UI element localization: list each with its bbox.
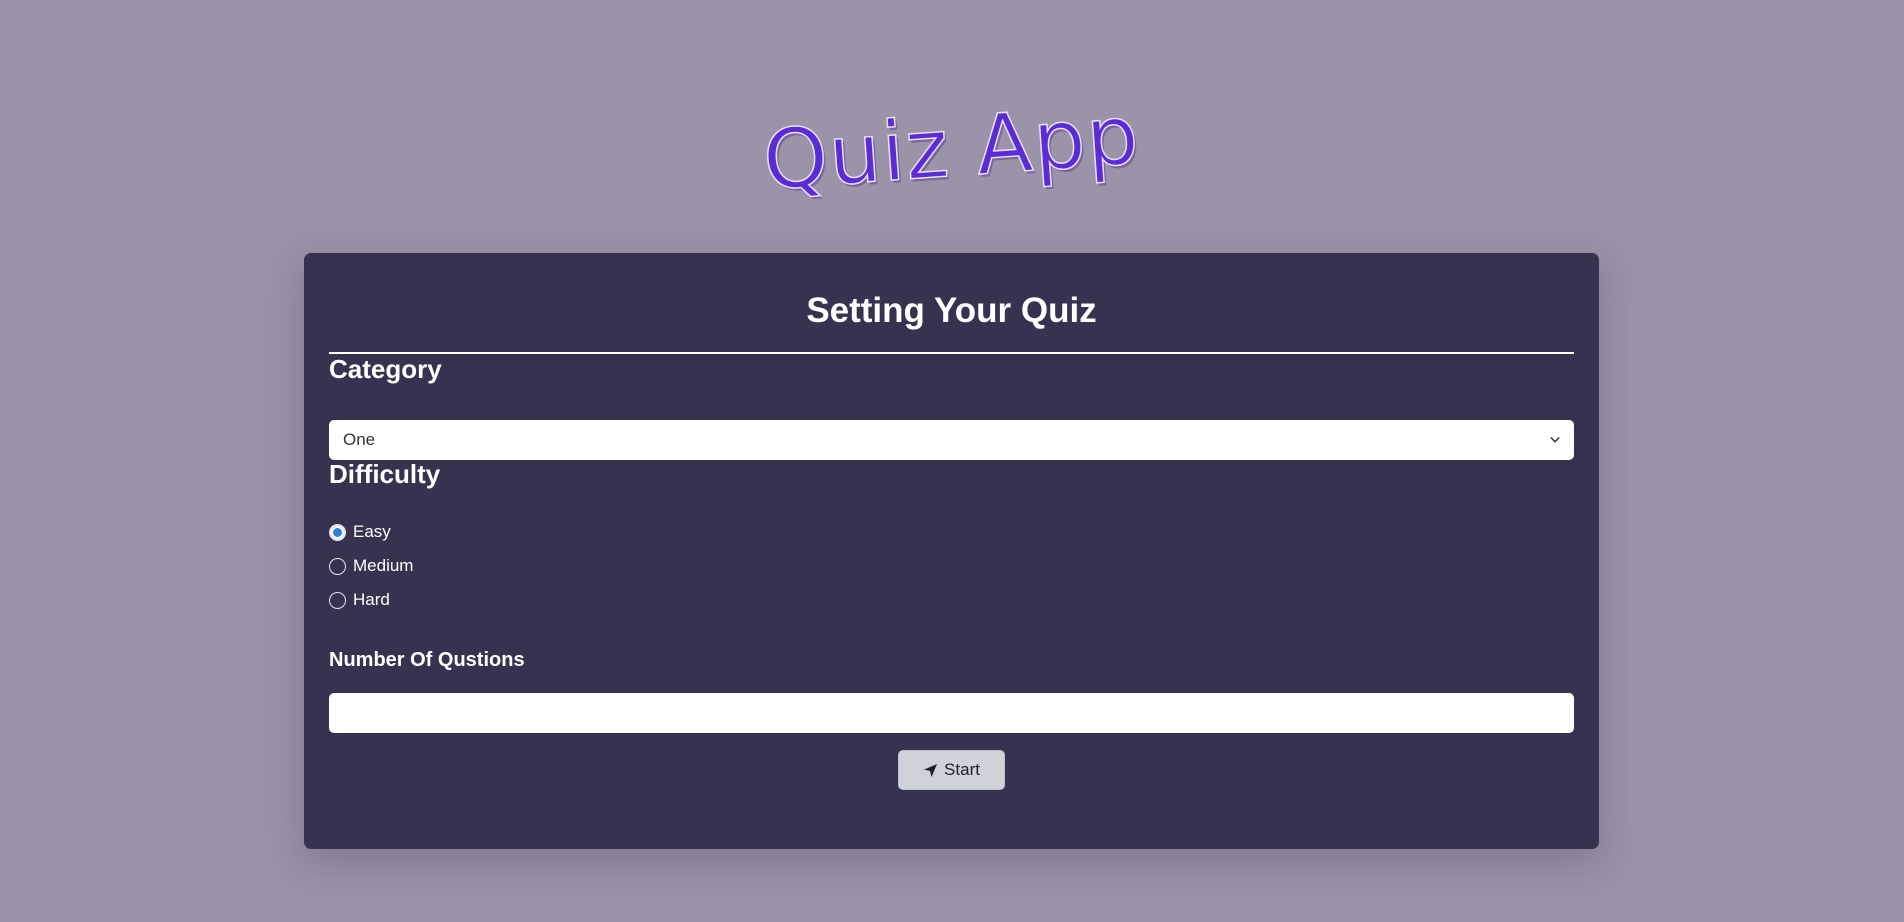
difficulty-option-easy[interactable]: Easy	[329, 522, 391, 542]
panel-title: Setting Your Quiz	[806, 291, 1097, 330]
send-icon	[923, 763, 938, 778]
difficulty-option-medium[interactable]: Medium	[329, 556, 413, 576]
radio-easy[interactable]	[329, 523, 346, 541]
quiz-settings-panel: Setting Your Quiz Category One Difficult…	[304, 253, 1599, 849]
difficulty-label: Difficulty	[329, 459, 441, 489]
radio-hard[interactable]	[329, 591, 346, 609]
category-label: Category	[329, 354, 442, 384]
category-selected-value: One	[343, 430, 376, 449]
start-button-label: Start	[944, 760, 980, 779]
app-title: Quiz App	[759, 87, 1143, 210]
radio-medium[interactable]	[329, 557, 346, 575]
radio-label-hard: Hard	[353, 590, 390, 609]
category-select[interactable]: One	[329, 420, 1574, 460]
number-of-questions-label: Number Of Qustions	[329, 649, 525, 671]
title-divider	[329, 352, 1574, 354]
difficulty-option-hard[interactable]: Hard	[329, 590, 390, 610]
radio-label-medium: Medium	[353, 556, 414, 575]
start-button[interactable]: Start	[898, 750, 1005, 790]
radio-label-easy: Easy	[353, 522, 391, 541]
number-of-questions-input[interactable]	[329, 693, 1574, 733]
chevron-down-icon	[1550, 435, 1560, 445]
